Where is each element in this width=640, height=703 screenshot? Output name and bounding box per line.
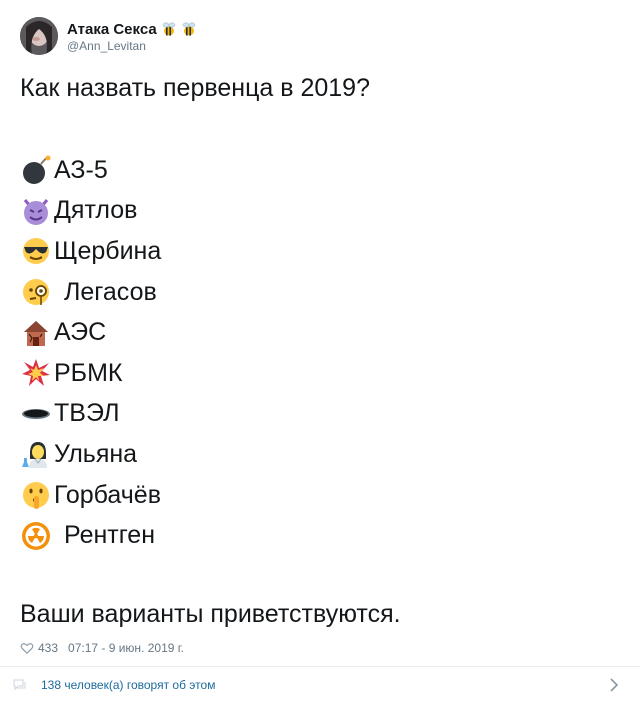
- hole-icon: [20, 398, 52, 430]
- list-item: Ульяна: [20, 434, 620, 475]
- tweet-meta: 433 07:17 - 9 июн. 2019 г.: [20, 639, 184, 657]
- radioactive-icon: [20, 520, 52, 552]
- devil-face-icon: [20, 195, 52, 227]
- list-item-label: Дятлов: [54, 196, 138, 225]
- list-item-label: Щербина: [54, 236, 162, 265]
- monocle-face-icon: [20, 276, 52, 308]
- list-item-label: ТВЭЛ: [54, 399, 120, 428]
- names-list: АЗ-5 Дятлов Щербина Легасов АЭС РБМК ТВЭ…: [20, 150, 620, 556]
- talking-about-row[interactable]: 138 человек(а) говорят об этом: [0, 667, 640, 703]
- bomb-icon: [20, 154, 52, 186]
- list-item: АЗ-5: [20, 150, 620, 191]
- tweet-header: Атака Секса @Ann_Levitan: [20, 16, 197, 56]
- list-item: Горбачёв: [20, 475, 620, 516]
- woman-scientist-icon: [20, 438, 52, 470]
- list-item-label: РБМК: [54, 358, 123, 387]
- display-name[interactable]: Атака Секса: [67, 21, 157, 38]
- author-names: Атака Секса @Ann_Levitan: [67, 19, 197, 53]
- avatar[interactable]: [20, 17, 58, 55]
- sunglasses-face-icon: [20, 235, 52, 267]
- list-item-label: АЭС: [54, 318, 107, 347]
- list-item-label: Легасов: [64, 277, 157, 306]
- talking-about-text[interactable]: 138 человек(а) говорят об этом: [41, 678, 215, 692]
- tweet-card: Атака Секса @Ann_Levitan Как назвать пер…: [0, 0, 640, 703]
- list-item-label: Рентген: [64, 521, 156, 550]
- list-item: Легасов: [20, 272, 620, 313]
- tweet-text: Как назвать первенца в 2019?: [20, 72, 620, 105]
- bee-icon: [162, 22, 175, 36]
- list-item: Щербина: [20, 231, 620, 272]
- list-item: ТВЭЛ: [20, 394, 620, 435]
- bee-icon: [182, 22, 195, 36]
- derelict-house-icon: [20, 317, 52, 349]
- list-item-label: АЗ-5: [54, 155, 108, 184]
- chevron-right-icon[interactable]: [608, 677, 620, 693]
- display-name-row: Атака Секса: [67, 19, 197, 39]
- heart-icon[interactable]: [20, 641, 34, 655]
- list-item: Рентген: [20, 515, 620, 556]
- timestamp[interactable]: 07:17 - 9 июн. 2019 г.: [68, 641, 184, 655]
- list-item: РБМК: [20, 353, 620, 394]
- collision-icon: [20, 357, 52, 389]
- list-item: АЭС: [20, 312, 620, 353]
- list-item: Дятлов: [20, 191, 620, 232]
- shushing-face-icon: [20, 479, 52, 511]
- handle[interactable]: @Ann_Levitan: [67, 39, 197, 53]
- list-item-label: Горбачёв: [54, 480, 161, 509]
- tweet-question: Как назвать первенца в 2019?: [20, 74, 370, 102]
- tweet-closing: Ваши варианты приветствуются.: [20, 600, 401, 628]
- talking-icon: [13, 679, 26, 691]
- list-item-label: Ульяна: [54, 439, 138, 468]
- like-count[interactable]: 433: [38, 641, 58, 655]
